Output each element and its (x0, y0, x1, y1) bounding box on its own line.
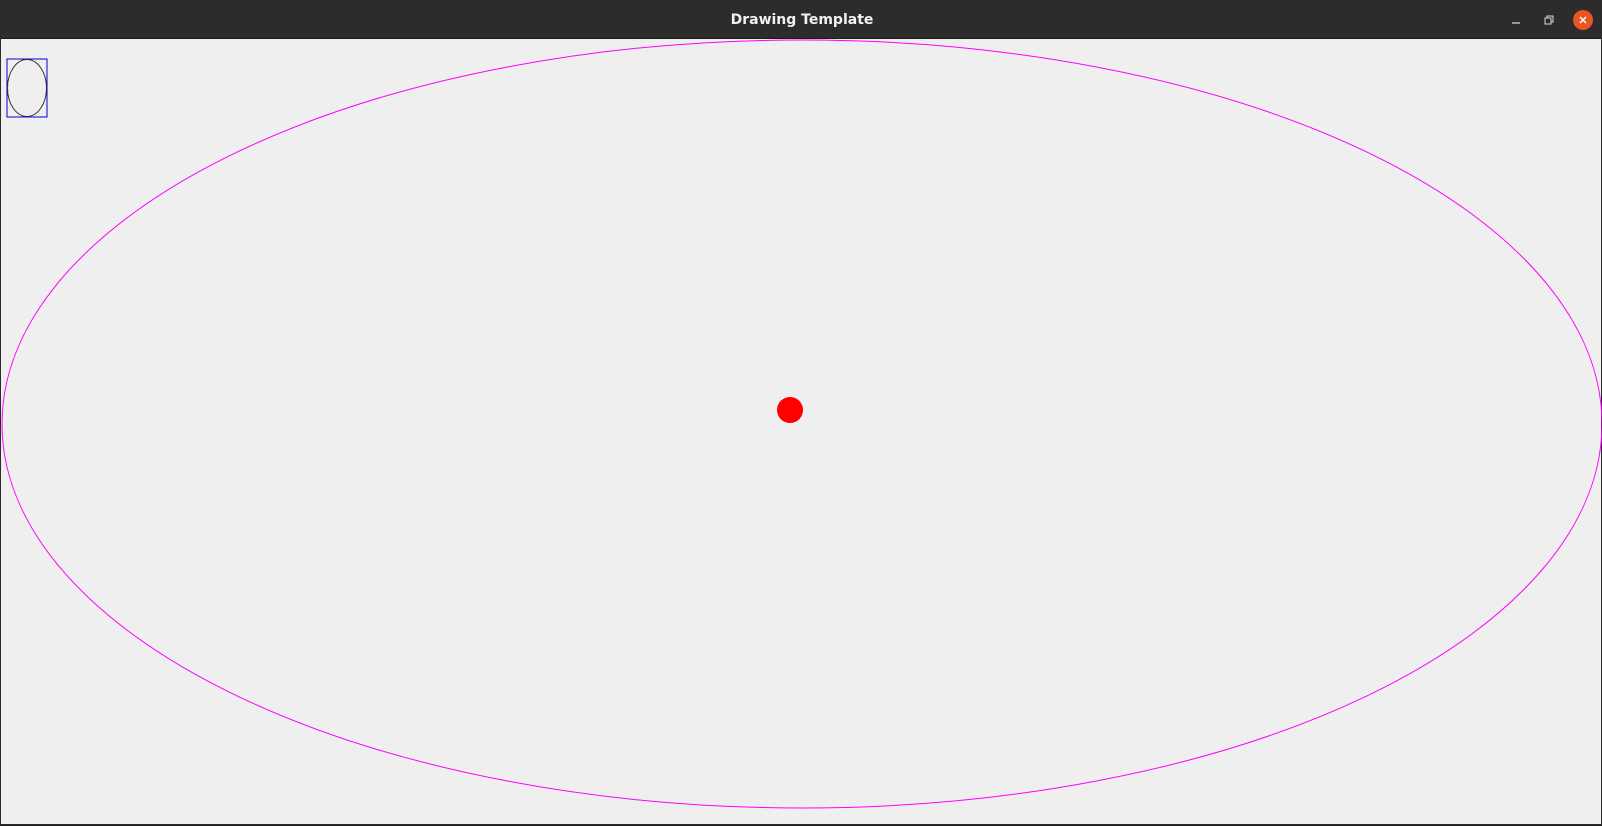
drawing-canvas[interactable] (1, 39, 1602, 826)
title-bar[interactable]: Drawing Template (1, 1, 1602, 39)
large-ellipse (1, 39, 1602, 809)
minimize-icon (1512, 22, 1520, 24)
center-dot[interactable] (777, 397, 803, 423)
restore-icon (1544, 15, 1554, 25)
app-window: Drawing Template (0, 0, 1602, 825)
close-icon (1579, 16, 1587, 24)
thumbnail-ellipse (7, 59, 47, 117)
maximize-button[interactable] (1539, 10, 1559, 30)
close-button[interactable] (1573, 10, 1593, 30)
minimize-button[interactable] (1506, 10, 1526, 30)
window-title: Drawing Template (730, 12, 874, 28)
